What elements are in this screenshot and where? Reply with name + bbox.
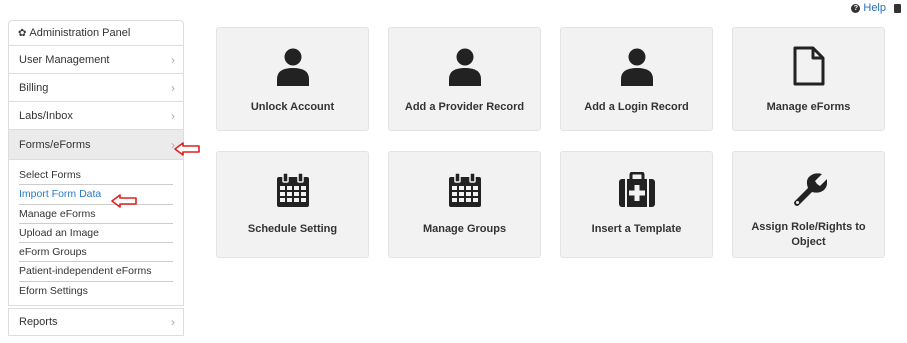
nav-forms-eforms[interactable]: Forms/eForms › xyxy=(8,130,184,160)
submenu-manage-eforms[interactable]: Manage eForms xyxy=(19,205,173,224)
tile-label: Manage Groups xyxy=(422,223,507,235)
tile-label: Insert a Template xyxy=(591,223,682,235)
forms-submenu: Select Forms Import Form Data Manage eFo… xyxy=(8,160,184,306)
red-arrow-annotation xyxy=(111,194,137,208)
chevron-right-icon: › xyxy=(171,52,175,67)
red-arrow-annotation xyxy=(174,142,200,156)
chevron-right-icon: › xyxy=(171,108,175,123)
tile-label: Assign Role/Rights to Object xyxy=(751,221,866,248)
nav-label: Reports xyxy=(19,316,58,328)
gear-icon: ✿ xyxy=(18,27,27,39)
tile-add-login-record[interactable]: Add a Login Record xyxy=(560,27,713,131)
chevron-right-icon: › xyxy=(171,80,175,95)
user-icon xyxy=(617,46,657,86)
nav-label: Forms/eForms xyxy=(19,138,91,151)
top-links: ? Help xyxy=(851,2,901,14)
nav-user-management[interactable]: User Management › xyxy=(8,46,184,74)
nav-label: Labs/Inbox xyxy=(19,109,73,122)
tile-label: Manage eForms xyxy=(766,101,851,113)
tile-label: Unlock Account xyxy=(250,101,335,113)
tile-label: Schedule Setting xyxy=(247,223,338,235)
medkit-icon xyxy=(618,170,656,210)
nav-label: Billing xyxy=(19,81,49,94)
user-icon xyxy=(273,46,313,86)
nav-label: User Management xyxy=(19,53,110,66)
file-icon xyxy=(793,46,825,86)
calendar-icon xyxy=(447,170,483,210)
submenu-eform-groups[interactable]: eForm Groups xyxy=(19,243,173,263)
user-icon xyxy=(445,46,485,86)
tile-manage-groups[interactable]: Manage Groups xyxy=(388,151,541,258)
help-link[interactable]: ? Help xyxy=(851,2,886,14)
tile-schedule-setting[interactable]: Schedule Setting xyxy=(216,151,369,258)
tile-manage-eforms[interactable]: Manage eForms xyxy=(732,27,885,131)
panel-title: Administration Panel xyxy=(29,27,131,39)
submenu-patient-independent-eforms[interactable]: Patient-independent eForms xyxy=(19,262,173,282)
panel-header: ✿ Administration Panel xyxy=(8,20,184,46)
tile-label: Add a Login Record xyxy=(584,101,689,113)
calendar-icon xyxy=(275,170,311,210)
tile-label: Add a Provider Record xyxy=(404,101,525,113)
nav-reports[interactable]: Reports › xyxy=(8,308,184,336)
chevron-right-icon: › xyxy=(171,315,175,329)
tile-add-provider-record[interactable]: Add a Provider Record xyxy=(388,27,541,131)
submenu-import-form-data[interactable]: Import Form Data xyxy=(19,185,173,205)
submenu-upload-image[interactable]: Upload an Image xyxy=(19,224,173,244)
logout-icon[interactable] xyxy=(894,3,901,13)
submenu-select-forms[interactable]: Select Forms xyxy=(19,166,173,186)
wrench-icon xyxy=(791,170,827,210)
tile-assign-role-rights[interactable]: Assign Role/Rights to Object xyxy=(732,151,885,258)
tile-unlock-account[interactable]: Unlock Account xyxy=(216,27,369,131)
nav-billing[interactable]: Billing › xyxy=(8,74,184,102)
nav-labs-inbox[interactable]: Labs/Inbox › xyxy=(8,102,184,130)
admin-sidebar: ✿ Administration Panel User Management ›… xyxy=(8,20,184,336)
tile-insert-template[interactable]: Insert a Template xyxy=(560,151,713,258)
submenu-eform-settings[interactable]: Eform Settings xyxy=(19,282,173,301)
help-label: Help xyxy=(863,2,886,14)
question-circle-icon: ? xyxy=(851,3,861,13)
